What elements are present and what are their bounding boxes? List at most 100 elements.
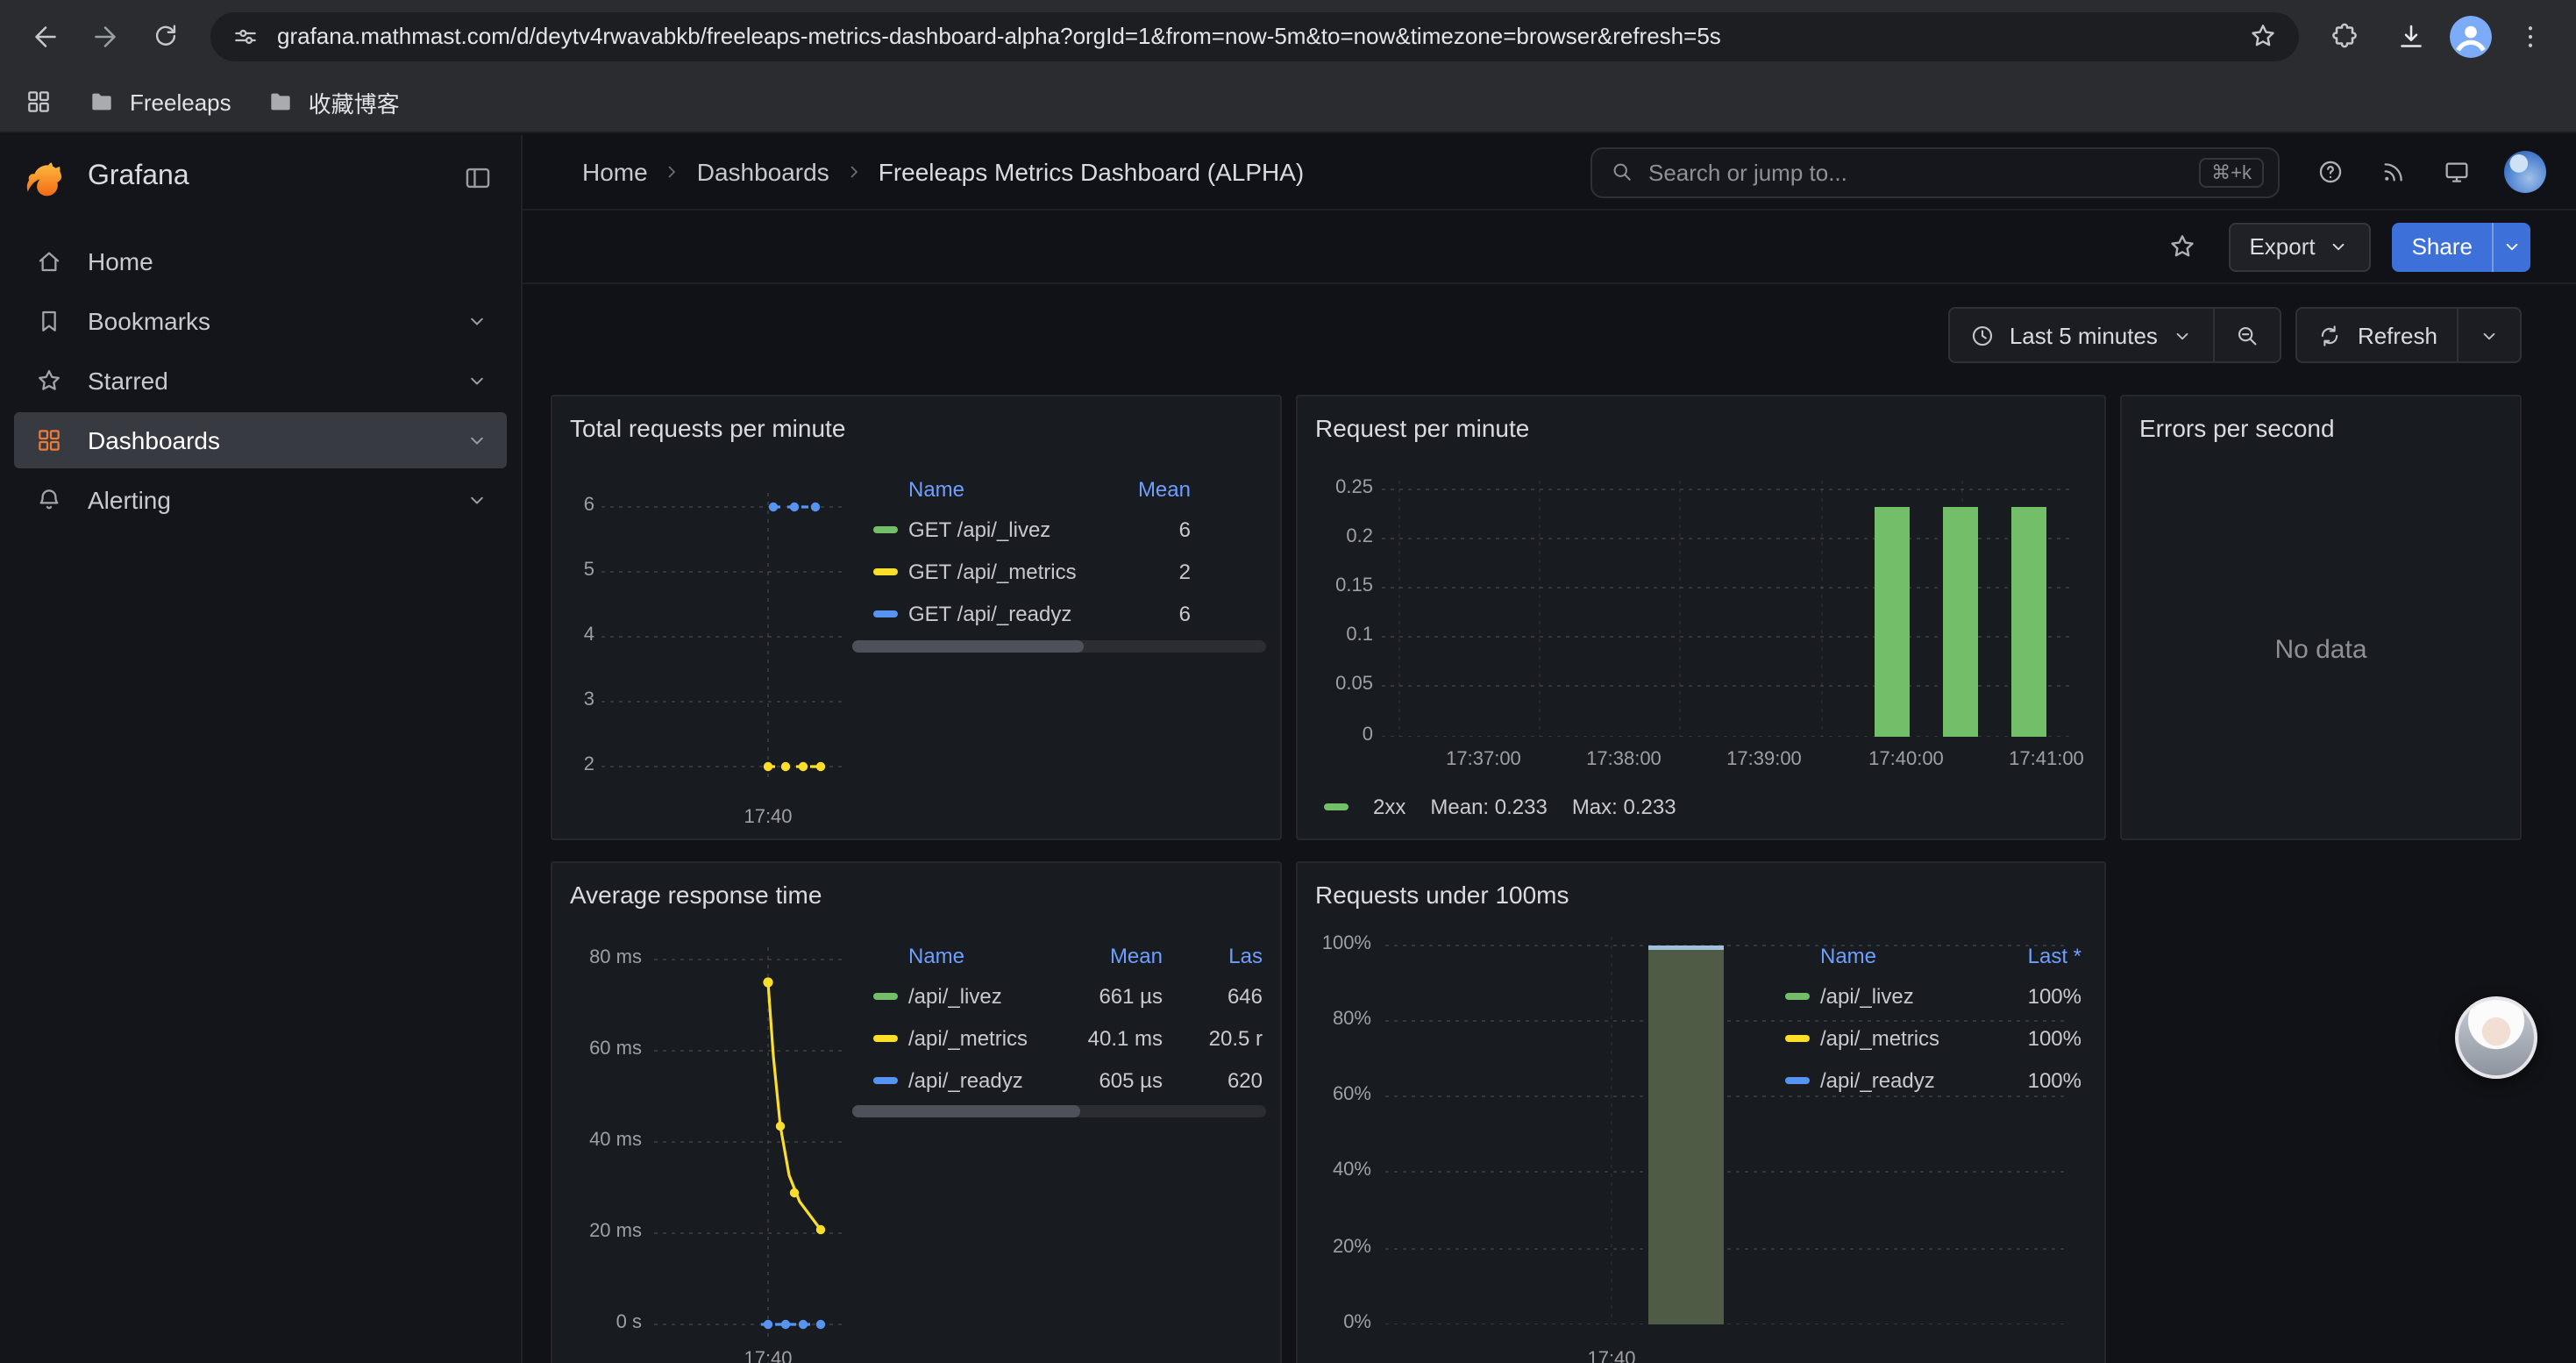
favorite-star-icon[interactable] <box>2158 222 2207 271</box>
site-info-icon[interactable] <box>231 22 260 50</box>
reload-button[interactable] <box>137 8 193 64</box>
legend-scrollbar[interactable] <box>852 640 1266 653</box>
grafana-logo[interactable] <box>23 155 67 199</box>
panel-title[interactable]: Total requests per minute <box>552 396 1280 446</box>
legend-last-header[interactable]: Last * <box>1997 944 2081 968</box>
legend-row[interactable]: /api/_readyz 100% <box>1785 1060 2081 1102</box>
series-name[interactable]: GET /api/_livez <box>908 517 1092 542</box>
sidebar-item-alerting[interactable]: Alerting <box>14 472 507 528</box>
legend-row[interactable]: GET /api/_livez 6 <box>873 509 1266 551</box>
y-tick: 3 <box>552 689 594 712</box>
chevron-down-icon[interactable] <box>465 488 489 512</box>
legend-scrollbar[interactable] <box>852 1105 1266 1117</box>
apps-grid-icon[interactable] <box>25 88 53 116</box>
sidebar-item-dashboards[interactable]: Dashboards <box>14 412 507 468</box>
legend-row[interactable]: GET /api/_metrics 2 <box>873 551 1266 593</box>
apps-grid-icon <box>35 426 63 454</box>
news-rss-icon[interactable] <box>2367 147 2420 196</box>
search-shortcut: ⌘+k <box>2199 157 2264 187</box>
series-name[interactable]: /api/_metrics <box>908 1026 1061 1051</box>
sidebar-item-bookmarks[interactable]: Bookmarks <box>14 293 507 349</box>
dashboard-canvas: Last 5 minutes Refresh <box>523 284 2576 1363</box>
time-range-picker[interactable]: Last 5 minutes <box>1950 309 2214 361</box>
avg-response-chart[interactable] <box>654 947 845 1344</box>
export-button[interactable]: Export <box>2228 222 2371 271</box>
legend-row[interactable]: GET /api/_readyz 6 <box>873 593 1266 635</box>
series-last: 646 <box>1177 984 1263 1009</box>
chevron-down-icon[interactable] <box>465 368 489 393</box>
zoom-out-button[interactable] <box>2214 309 2281 361</box>
sidebar-collapse-icon[interactable] <box>463 162 493 192</box>
address-bar[interactable]: grafana.mathmast.com/d/deytv4rwavabkb/fr… <box>210 11 2299 61</box>
legend-mean-header[interactable]: Mean <box>1061 944 1163 968</box>
breadcrumb-dashboards[interactable]: Dashboards <box>697 158 829 186</box>
breadcrumb-separator-icon <box>662 161 683 182</box>
legend-row[interactable]: /api/_metrics 100% <box>1785 1017 2081 1060</box>
forward-button[interactable] <box>77 8 133 64</box>
series-color-dash <box>1785 1035 1810 1042</box>
y-tick: 2 <box>552 754 594 777</box>
search-input[interactable]: Search or jump to... ⌘+k <box>1590 146 2280 197</box>
legend-row[interactable]: /api/_readyz 605 µs 620 <box>873 1060 1266 1102</box>
user-avatar[interactable] <box>2504 151 2546 193</box>
series-mean: Mean: 0.233 <box>1430 795 1547 819</box>
chevron-down-icon[interactable] <box>465 428 489 453</box>
time-range-label: Last 5 minutes <box>2010 322 2158 348</box>
series-last: 100% <box>1997 1068 2081 1093</box>
legend-row[interactable]: /api/_metrics 40.1 ms 20.5 r <box>873 1017 1266 1060</box>
legend-mean-header[interactable]: Mean <box>1092 477 1191 502</box>
legend-name-header[interactable]: Name <box>908 944 1061 968</box>
x-tick: 17:40:00 <box>1854 749 1959 772</box>
bookmark-folder-label: 收藏博客 <box>309 85 400 118</box>
sidebar-item-home[interactable]: Home <box>14 233 507 289</box>
chevron-down-icon[interactable] <box>465 309 489 333</box>
series-name[interactable]: GET /api/_readyz <box>908 602 1092 626</box>
panel-title[interactable]: Average response time <box>552 863 1280 912</box>
bookmark-star-icon[interactable] <box>2248 21 2278 51</box>
series-color-dash <box>873 1035 898 1042</box>
browser-profile-avatar[interactable] <box>2450 15 2492 57</box>
bookmark-folder-blogs[interactable]: 收藏博客 <box>267 85 400 118</box>
total-requests-chart[interactable] <box>601 493 856 791</box>
bookmark-folder-freeleaps[interactable]: Freeleaps <box>88 88 231 116</box>
breadcrumb-separator-icon <box>843 161 865 182</box>
downloads-icon[interactable] <box>2383 8 2439 64</box>
legend-last-header[interactable]: Las <box>1177 944 1263 968</box>
extensions-icon[interactable] <box>2316 8 2373 64</box>
grafana-header: Home Dashboards Freeleaps Metrics Dashbo… <box>523 135 2576 211</box>
legend-table: Name Last * /api/_livez 100% /api/_metri… <box>1785 937 2081 1102</box>
browser-menu-icon[interactable] <box>2502 8 2558 64</box>
series-mean: 40.1 ms <box>1061 1026 1163 1051</box>
share-menu-caret[interactable] <box>2492 222 2530 271</box>
y-tick: 0% <box>1298 1312 1371 1335</box>
request-per-minute-chart[interactable] <box>1382 481 2069 737</box>
sidebar-item-starred[interactable]: Starred <box>14 353 507 409</box>
breadcrumb-home[interactable]: Home <box>582 158 648 186</box>
refresh-button[interactable]: Refresh <box>2298 309 2457 361</box>
url-text[interactable]: grafana.mathmast.com/d/deytv4rwavabkb/fr… <box>277 23 2231 49</box>
y-tick: 40 ms <box>552 1130 642 1152</box>
share-button[interactable]: Share <box>2393 222 2492 271</box>
x-tick: 17:41:00 <box>1994 749 2099 772</box>
legend-name-header[interactable]: Name <box>1820 944 1997 968</box>
refresh-interval-caret[interactable] <box>2457 309 2520 361</box>
series-name[interactable]: /api/_metrics <box>1820 1026 1997 1051</box>
display-icon[interactable] <box>2430 147 2483 196</box>
series-name[interactable]: 2xx <box>1373 795 1405 819</box>
assistant-avatar[interactable] <box>2455 996 2537 1079</box>
legend-row[interactable]: /api/_livez 100% <box>1785 975 2081 1017</box>
legend-row[interactable]: /api/_livez 661 µs 646 <box>873 975 1266 1017</box>
panel-title[interactable]: Errors per second <box>2122 396 2520 446</box>
legend-name-header[interactable]: Name <box>908 477 1092 502</box>
help-icon[interactable] <box>2304 147 2357 196</box>
time-controls: Last 5 minutes Refresh <box>1948 307 2522 363</box>
back-button[interactable] <box>18 8 74 64</box>
series-name[interactable]: /api/_readyz <box>1820 1068 1997 1093</box>
series-name[interactable]: /api/_readyz <box>908 1068 1061 1093</box>
series-name[interactable]: /api/_livez <box>1820 984 1997 1009</box>
series-name[interactable]: GET /api/_metrics <box>908 560 1092 584</box>
series-name[interactable]: /api/_livez <box>908 984 1061 1009</box>
panel-title[interactable]: Request per minute <box>1298 396 2104 446</box>
panel-title[interactable]: Requests under 100ms <box>1298 863 2104 912</box>
x-tick: 17:37:00 <box>1431 749 1536 772</box>
